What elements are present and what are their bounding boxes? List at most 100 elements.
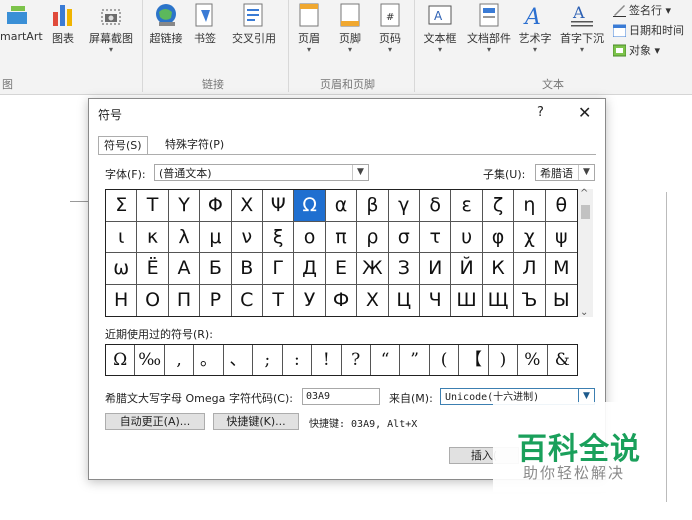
page-number-button[interactable]: # 页码 ▾ [374, 0, 406, 62]
symbol-cell[interactable]: Р [200, 284, 232, 316]
symbol-cell[interactable]: Φ [200, 190, 232, 222]
symbol-cell[interactable]: О [137, 284, 169, 316]
symbol-cell[interactable]: η [514, 190, 546, 222]
drop-cap-button[interactable]: A 首字下沉 ▾ [558, 0, 606, 62]
symbol-cell[interactable]: Υ [168, 190, 201, 222]
symbol-cell[interactable]: Ч [420, 284, 452, 316]
cross-reference-button[interactable]: 交叉引用 [226, 0, 282, 62]
recent-symbol-cell[interactable]: “ [371, 345, 401, 375]
signature-line-button[interactable]: 签名行 ▾ [613, 2, 671, 18]
symbol-cell[interactable]: Σ [106, 190, 138, 222]
symbol-cell[interactable]: ψ [545, 222, 577, 253]
symbol-cell[interactable]: К [482, 253, 515, 285]
symbol-cell[interactable]: Т [263, 284, 295, 316]
symbol-cell[interactable]: ο [294, 221, 326, 253]
symbol-cell[interactable]: И [419, 253, 452, 285]
symbol-cell[interactable]: Ψ [262, 190, 295, 222]
symbol-cell[interactable]: δ [419, 190, 452, 222]
autocorrect-button[interactable]: 自动更正(A)... [105, 413, 205, 430]
symbol-cell[interactable]: χ [514, 221, 546, 253]
symbol-cell[interactable]: τ [419, 221, 452, 253]
recent-symbol-cell[interactable]: Ω [106, 345, 136, 375]
recent-symbol-cell[interactable]: ” [400, 345, 430, 375]
symbol-cell[interactable]: α [325, 190, 358, 222]
symbol-cell[interactable]: У [294, 284, 326, 316]
symbol-cell[interactable]: λ [168, 221, 201, 253]
tab-special-characters[interactable]: 特殊字符(P) [160, 136, 229, 154]
recent-symbol-cell[interactable]: ‰ [135, 345, 165, 375]
symbol-cell[interactable]: Χ [231, 190, 263, 222]
symbol-cell[interactable]: κ [137, 221, 169, 253]
symbol-cell[interactable]: Д [294, 253, 326, 285]
textbox-button[interactable]: A 文本框 ▾ [418, 0, 462, 62]
symbol-cell[interactable]: μ [200, 221, 232, 253]
symbol-cell[interactable]: γ [388, 190, 420, 222]
symbol-cell[interactable]: σ [388, 221, 420, 253]
symbol-cell[interactable]: ξ [262, 221, 295, 253]
symbol-cell[interactable]: З [388, 253, 420, 285]
recent-symbol-cell[interactable]: 【 [459, 345, 489, 375]
scroll-up-icon[interactable]: ^ [580, 188, 588, 199]
symbol-cell[interactable]: П [169, 284, 201, 316]
bookmark-button[interactable]: 书签 [190, 0, 220, 62]
symbol-cell[interactable]: Л [514, 253, 546, 285]
header-button[interactable]: 页眉 ▾ [293, 0, 325, 62]
symbol-cell[interactable]: ε [451, 190, 483, 222]
symbol-cell[interactable]: Ъ [514, 284, 546, 316]
symbol-cell[interactable]: β [357, 190, 389, 222]
recent-symbol-cell[interactable]: 。 [194, 345, 224, 375]
recent-symbol-cell[interactable]: , [165, 345, 195, 375]
recent-symbol-cell[interactable]: ) [489, 345, 519, 375]
symbol-cell[interactable]: θ [545, 190, 577, 222]
symbol-cell[interactable]: А [168, 253, 201, 285]
symbol-cell[interactable]: ω [106, 253, 138, 285]
font-select[interactable]: (普通文本) ▼ [154, 164, 369, 181]
close-icon[interactable]: ✕ [578, 103, 591, 122]
recent-symbol-cell[interactable]: ( [430, 345, 460, 375]
symbol-cell[interactable]: Ц [389, 284, 420, 316]
help-button[interactable]: ? [537, 105, 544, 120]
symbol-cell[interactable]: ρ [357, 221, 389, 253]
symbol-cell[interactable]: Щ [483, 284, 515, 316]
date-time-button[interactable]: 日期和时间 [613, 22, 684, 38]
symbol-cell[interactable]: Ж [357, 253, 389, 285]
wordart-button[interactable]: A 艺术字 ▾ [515, 0, 555, 62]
smartart-button[interactable]: martArt [0, 0, 43, 62]
recent-symbol-cell[interactable]: % [518, 345, 548, 375]
symbol-cell[interactable]: Ë [137, 253, 169, 285]
symbol-cell[interactable]: Х [357, 284, 389, 316]
recent-symbol-cell[interactable]: ? [342, 345, 371, 375]
recent-symbol-cell[interactable]: ! [312, 345, 342, 375]
symbol-cell[interactable]: φ [482, 221, 515, 253]
scroll-thumb[interactable] [581, 205, 590, 219]
symbol-cell[interactable]: Г [262, 253, 295, 285]
tab-symbols[interactable]: 符号(S) [98, 136, 148, 155]
symbol-scrollbar[interactable]: ^ ⌄ [578, 188, 593, 318]
shortcut-key-button[interactable]: 快捷键(K)... [213, 413, 299, 430]
symbol-cell[interactable]: ζ [482, 190, 515, 222]
symbol-cell[interactable]: С [232, 284, 263, 316]
recent-symbol-cell[interactable]: : [283, 345, 313, 375]
symbol-cell[interactable]: υ [451, 221, 483, 253]
screenshot-button[interactable]: 屏幕截图 ▾ [84, 0, 138, 62]
symbol-cell[interactable]: ι [106, 221, 138, 253]
symbol-cell[interactable]: Ф [326, 284, 358, 316]
chart-button[interactable]: 图表 [48, 0, 78, 62]
symbol-cell[interactable]: Е [325, 253, 358, 285]
hyperlink-button[interactable]: 超链接 [146, 0, 186, 62]
recent-symbol-cell[interactable]: & [548, 345, 577, 375]
character-code-input[interactable]: 03A9 [302, 388, 380, 405]
recent-symbol-cell[interactable]: 、 [224, 345, 254, 375]
scroll-down-icon[interactable]: ⌄ [580, 307, 588, 318]
symbol-cell[interactable]: В [231, 253, 263, 285]
footer-button[interactable]: 页脚 ▾ [334, 0, 366, 62]
symbol-cell[interactable]: ν [231, 221, 263, 253]
symbol-cell[interactable]: Ы [546, 285, 577, 317]
quick-parts-button[interactable]: 文档部件 ▾ [465, 0, 513, 62]
symbol-cell[interactable]: Ω [294, 190, 326, 222]
subset-select[interactable]: 希腊语 ▼ [535, 164, 595, 181]
symbol-cell[interactable]: Н [106, 284, 138, 316]
symbol-cell[interactable]: Τ [137, 190, 169, 222]
symbol-cell[interactable]: Й [451, 253, 483, 285]
symbol-cell[interactable]: π [325, 221, 358, 253]
